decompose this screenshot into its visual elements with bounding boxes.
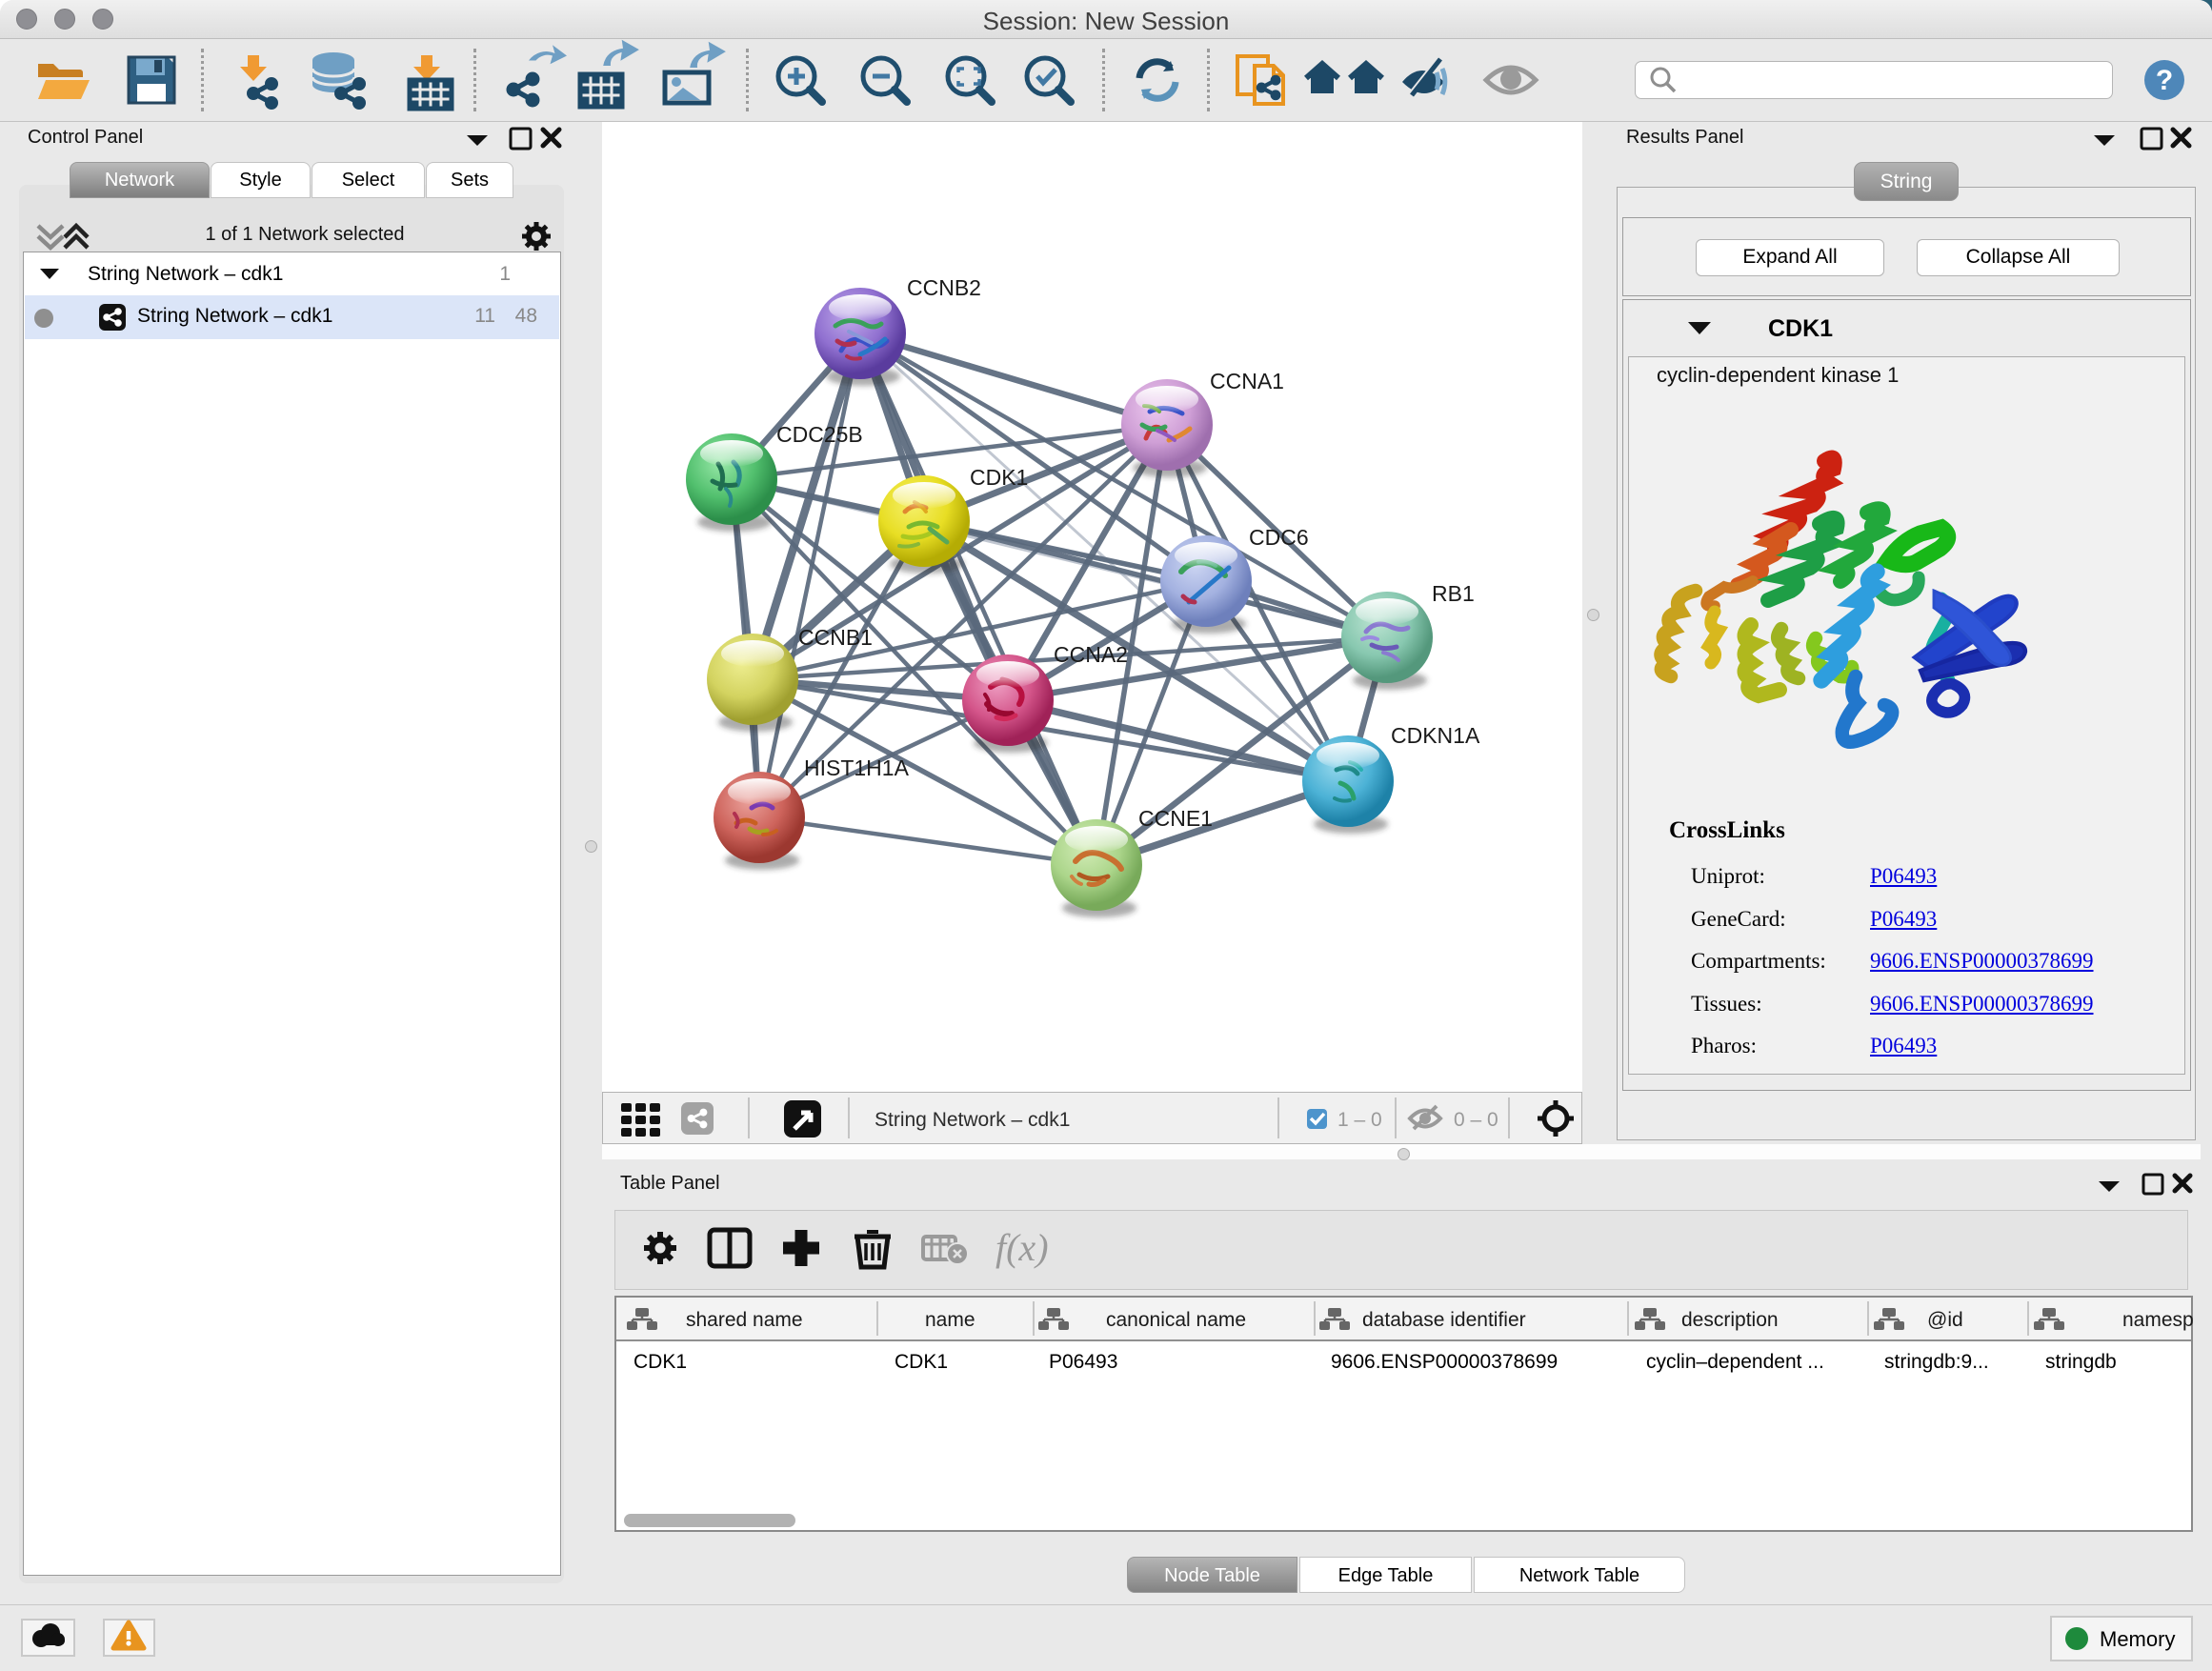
- svg-text:@id: @id: [1927, 1309, 1963, 1331]
- svg-text:CDK1: CDK1: [970, 465, 1028, 490]
- svg-text:HIST1H1A: HIST1H1A: [804, 755, 910, 780]
- svg-text:cyclin–dependent ...: cyclin–dependent ...: [1646, 1351, 1824, 1373]
- svg-text:CDKN1A: CDKN1A: [1391, 723, 1480, 748]
- svg-text:CDC25B: CDC25B: [776, 422, 863, 447]
- svg-text:1 – 0: 1 – 0: [1337, 1109, 1382, 1131]
- svg-text:canonical name: canonical name: [1106, 1309, 1246, 1331]
- svg-text:CDK1: CDK1: [895, 1351, 948, 1373]
- svg-text:namespace: namespace: [2122, 1309, 2193, 1331]
- svg-text:RB1: RB1: [1432, 581, 1475, 606]
- svg-text:CCNA2: CCNA2: [1054, 642, 1128, 667]
- svg-text:?: ?: [2156, 65, 2173, 96]
- svg-text:CDC6: CDC6: [1249, 525, 1309, 550]
- svg-text:stringdb: stringdb: [2045, 1351, 2117, 1373]
- svg-text:0 – 0: 0 – 0: [1454, 1109, 1498, 1131]
- svg-text:P06493: P06493: [1049, 1351, 1117, 1373]
- svg-text:CCNA1: CCNA1: [1210, 369, 1284, 393]
- svg-text:stringdb:9...: stringdb:9...: [1884, 1351, 1989, 1373]
- svg-text:CCNB1: CCNB1: [798, 625, 873, 650]
- svg-text:9606.ENSP00000378699: 9606.ENSP00000378699: [1331, 1351, 1558, 1373]
- svg-text:f(x): f(x): [995, 1226, 1049, 1269]
- svg-text:Memory: Memory: [2100, 1627, 2175, 1651]
- svg-text:database identifier: database identifier: [1362, 1309, 1526, 1331]
- svg-text:CCNE1: CCNE1: [1138, 806, 1213, 831]
- svg-text:CDK1: CDK1: [633, 1351, 687, 1373]
- svg-text:String Network – cdk1: String Network – cdk1: [875, 1109, 1070, 1131]
- svg-text:name: name: [925, 1309, 975, 1331]
- svg-text:description: description: [1681, 1309, 1779, 1331]
- svg-text:shared name: shared name: [686, 1309, 803, 1331]
- svg-text:CCNB2: CCNB2: [907, 275, 981, 300]
